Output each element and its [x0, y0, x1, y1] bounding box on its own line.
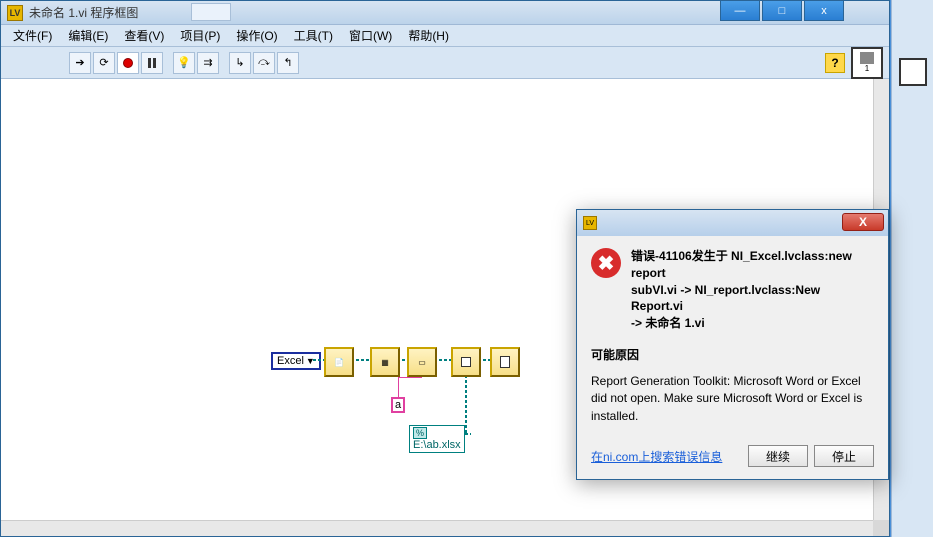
- report-type-constant[interactable]: Excel ▼: [271, 352, 321, 370]
- menubar: 文件(F) 编辑(E) 查看(V) 项目(P) 操作(O) 工具(T) 窗口(W…: [1, 25, 889, 47]
- horizontal-scrollbar[interactable]: [1, 520, 875, 536]
- search-ni-link[interactable]: 在ni.com上搜索错误信息: [591, 448, 742, 465]
- error-dialog-titlebar[interactable]: LV X: [577, 210, 888, 236]
- context-help-button[interactable]: ?: [825, 53, 845, 73]
- path-constant[interactable]: %E:\ab.xlsx: [409, 425, 465, 453]
- error-reason-text: Report Generation Toolkit: Microsoft Wor…: [591, 373, 874, 425]
- window-controls: — □ x: [720, 1, 844, 21]
- background-window: [891, 0, 933, 537]
- minimize-button[interactable]: —: [720, 1, 760, 21]
- retain-wire-values-button[interactable]: ⇉: [197, 52, 219, 74]
- string-constant-a[interactable]: a: [391, 397, 405, 413]
- run-continuous-button[interactable]: ⟳: [93, 52, 115, 74]
- run-button[interactable]: ➔: [69, 52, 91, 74]
- vi-icon-secondary: [899, 58, 927, 86]
- step-out-button[interactable]: ↰: [277, 52, 299, 74]
- menu-project[interactable]: 项目(P): [172, 25, 228, 46]
- menu-tools[interactable]: 工具(T): [286, 25, 341, 46]
- scroll-corner: [873, 520, 889, 536]
- menu-edit[interactable]: 编辑(E): [60, 25, 116, 46]
- wire: [356, 359, 370, 361]
- maximize-button[interactable]: □: [762, 1, 802, 21]
- abort-button[interactable]: [117, 52, 139, 74]
- path-value: E:\ab.xlsx: [413, 439, 461, 451]
- close-button[interactable]: x: [804, 1, 844, 21]
- new-report-vi-node[interactable]: 📄: [324, 347, 354, 377]
- highlight-exec-button[interactable]: 💡: [173, 52, 195, 74]
- menu-view[interactable]: 查看(V): [116, 25, 172, 46]
- toolbar: ➔ ⟳ 💡 ⇉ ↳ ⤼ ↰ ? 1: [1, 47, 889, 79]
- error-title: 错误-41106发生于 NI_Excel.lvclass:new report …: [631, 248, 874, 332]
- save-report-vi-node[interactable]: [451, 347, 481, 377]
- stop-button[interactable]: 停止: [814, 445, 874, 467]
- menu-file[interactable]: 文件(F): [5, 25, 60, 46]
- append-table-vi-node[interactable]: ▦: [370, 347, 400, 377]
- continue-button[interactable]: 继续: [748, 445, 808, 467]
- error-icon: ✖: [591, 248, 621, 278]
- task-thumbnail-icon: [191, 3, 231, 21]
- step-into-button[interactable]: ↳: [229, 52, 251, 74]
- error-dialog-footer: 在ni.com上搜索错误信息 继续 停止: [577, 445, 888, 479]
- step-over-button[interactable]: ⤼: [253, 52, 275, 74]
- wire: [439, 359, 451, 361]
- menu-help[interactable]: 帮助(H): [400, 25, 457, 46]
- pause-button[interactable]: [141, 52, 163, 74]
- wire: [313, 359, 324, 361]
- error-dialog-body: ✖ 错误-41106发生于 NI_Excel.lvclass:new repor…: [577, 236, 888, 445]
- path-wire: [465, 377, 467, 433]
- menu-operate[interactable]: 操作(O): [228, 25, 285, 46]
- string-wire: [398, 377, 422, 378]
- dispose-report-vi-node[interactable]: [490, 347, 520, 377]
- wire: [483, 359, 490, 361]
- vi-icon[interactable]: 1: [851, 47, 883, 79]
- wire: [402, 359, 407, 361]
- dropdown-icon[interactable]: ▼: [306, 356, 315, 366]
- add-text-vi-node[interactable]: ▭: [407, 347, 437, 377]
- dialog-close-button[interactable]: X: [842, 213, 884, 231]
- error-dialog: LV X ✖ 错误-41106发生于 NI_Excel.lvclass:new …: [576, 209, 889, 480]
- menu-window[interactable]: 窗口(W): [341, 25, 400, 46]
- possible-reason-heading: 可能原因: [591, 346, 874, 363]
- report-type-value: Excel: [277, 355, 304, 367]
- path-wire: [465, 433, 471, 435]
- labview-app-icon: LV: [583, 216, 597, 230]
- path-tag-icon: %: [413, 427, 427, 439]
- labview-app-icon: LV: [7, 5, 23, 21]
